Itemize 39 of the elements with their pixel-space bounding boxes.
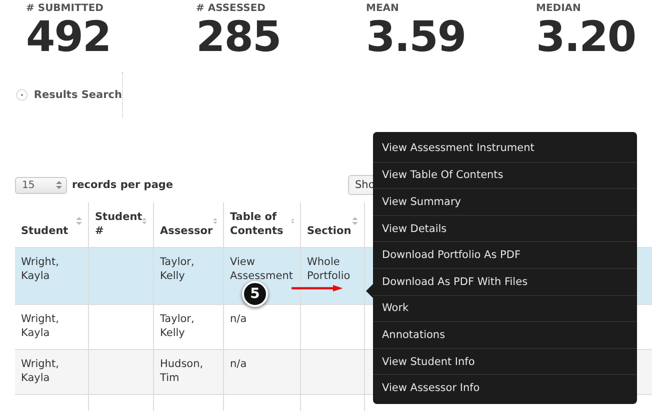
records-per-page-label: records per page	[72, 179, 174, 191]
table-cell: Wright, Kayla	[15, 248, 89, 304]
column-header[interactable]: Student #	[89, 202, 154, 247]
column-header[interactable]: Student	[15, 202, 89, 247]
sort-icon[interactable]	[212, 216, 217, 226]
table-cell: Wright, Kayla	[15, 305, 89, 349]
menu-item[interactable]: View Student Info	[373, 348, 637, 374]
stat-value: 3.59	[366, 14, 467, 60]
menu-item[interactable]: Download As PDF With Files	[373, 268, 637, 295]
table-cell: n/a	[224, 350, 301, 394]
page-size-select[interactable]: 15	[15, 176, 67, 194]
column-header[interactable]: Table of Contents	[224, 202, 301, 247]
table-cell: Hudson, Tim	[154, 350, 224, 394]
table-cell: Taylor, Kelly	[154, 305, 224, 349]
sort-icon[interactable]	[76, 216, 82, 226]
results-search-link[interactable]: Results Search	[34, 89, 122, 101]
column-header[interactable]: Assessor	[154, 202, 224, 247]
stat-label: # SUBMITTED	[26, 3, 104, 14]
stat-value: 492	[26, 14, 112, 60]
up-down-arrows-icon	[56, 180, 62, 190]
sort-icon[interactable]	[142, 216, 147, 226]
menu-item[interactable]: Annotations	[373, 321, 637, 348]
menu-item[interactable]: View Table Of Contents	[373, 162, 637, 188]
menu-item[interactable]: View Assessor Info	[373, 374, 637, 401]
stat-value: 285	[196, 14, 282, 60]
stat-label: MEAN	[366, 3, 400, 14]
menu-item[interactable]: Work	[373, 294, 637, 322]
table-cell: Wright, Kayla	[15, 350, 89, 394]
sort-icon[interactable]	[352, 216, 358, 226]
menu-item[interactable]: View Assessment Instrument	[373, 135, 637, 162]
sort-icon[interactable]	[290, 216, 294, 226]
menu-item[interactable]: Download Portfolio As PDF	[373, 241, 637, 268]
menu-item[interactable]: View Details	[373, 214, 637, 242]
stat-label: # ASSESSED	[196, 3, 266, 14]
column-header[interactable]: Section	[301, 202, 365, 247]
stat-label: MEDIAN	[536, 3, 582, 14]
stat-value: 3.20	[536, 14, 637, 60]
menu-item[interactable]: View Summary	[373, 188, 637, 215]
table-cell: Taylor, Kelly	[154, 248, 224, 304]
